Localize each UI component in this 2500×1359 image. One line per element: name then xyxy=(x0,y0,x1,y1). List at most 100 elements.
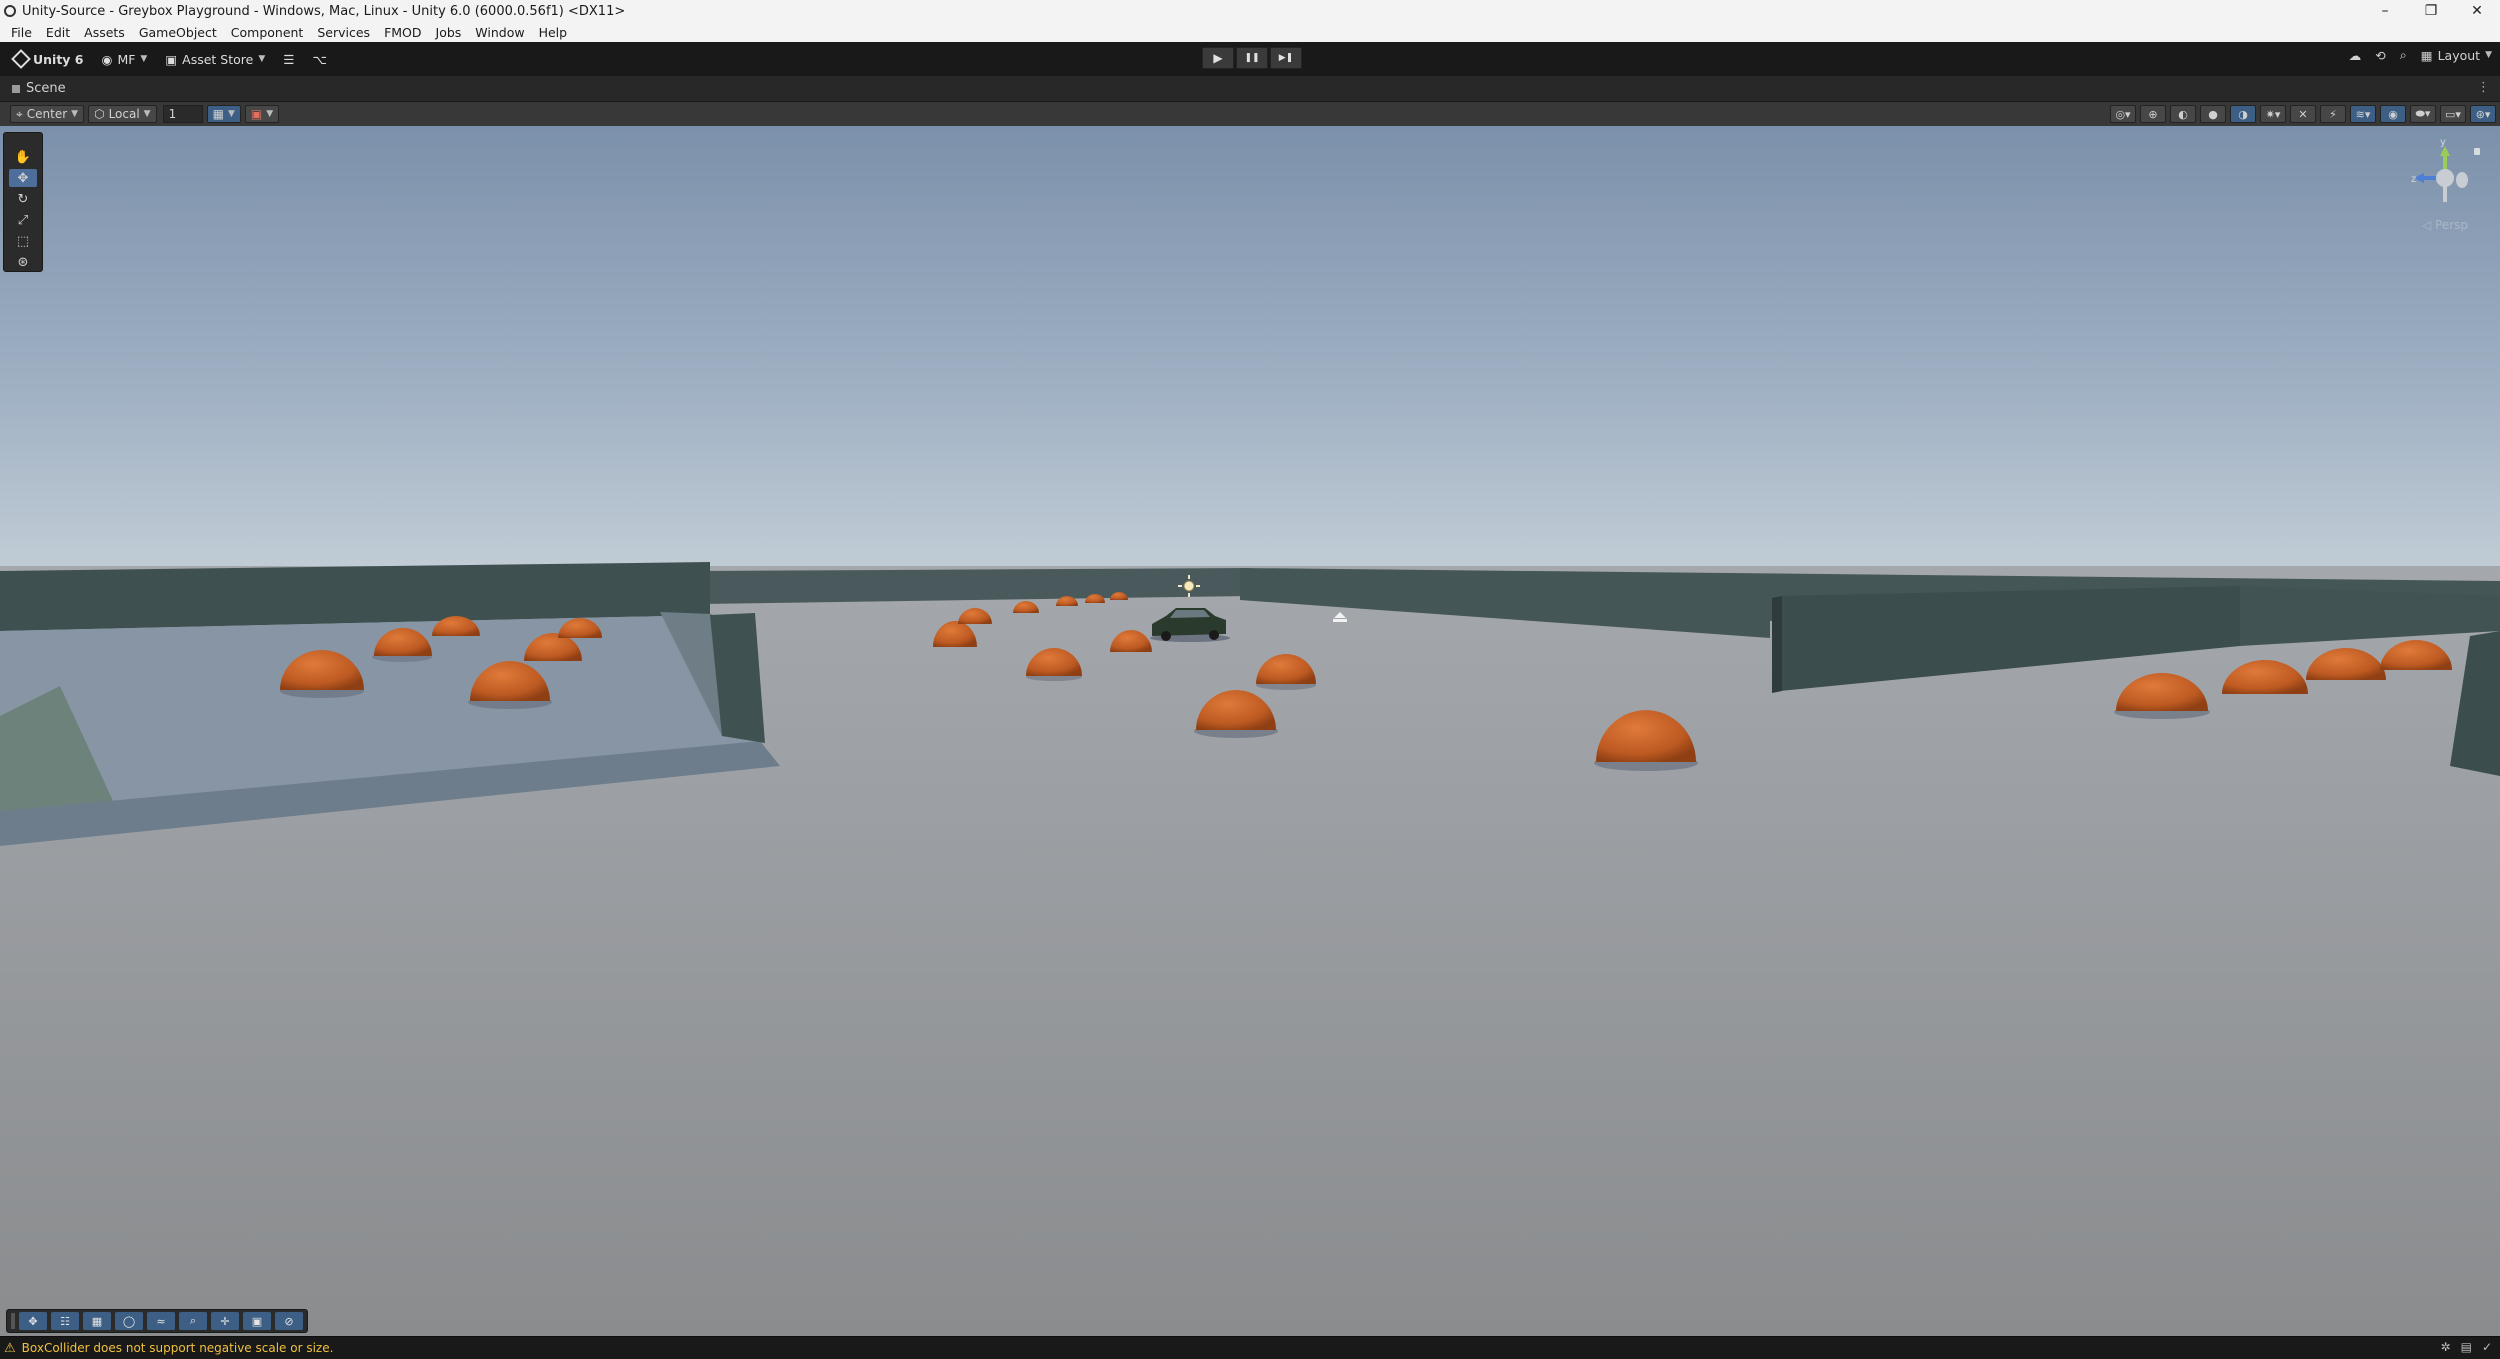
pivot-mode-dropdown[interactable]: ⌖ Center ▼ xyxy=(10,105,85,123)
menu-component[interactable]: Component xyxy=(224,25,311,40)
asset-store-dropdown[interactable]: ▣ Asset Store ▼ xyxy=(161,49,269,70)
increment-snap-dropdown[interactable]: ▣ ▼ xyxy=(244,105,280,123)
layers-icon[interactable]: ≋▾ xyxy=(2350,105,2376,123)
menu-assets[interactable]: Assets xyxy=(77,25,132,40)
menu-jobs[interactable]: Jobs xyxy=(429,25,469,40)
camera-icon[interactable]: ▭▾ xyxy=(2440,105,2466,123)
chevron-down-icon: ▼ xyxy=(266,109,274,119)
axis-gizmo-icon[interactable]: y z xyxy=(2400,136,2490,216)
menu-gameobject[interactable]: GameObject xyxy=(132,25,224,40)
tab-scene[interactable]: Scene xyxy=(26,81,66,96)
unity-icon xyxy=(4,5,16,17)
menu-window[interactable]: Window xyxy=(468,25,531,40)
scene-render[interactable] xyxy=(0,126,2500,1336)
check-icon[interactable]: ✓ xyxy=(2482,1340,2492,1354)
rect-tool-icon[interactable]: ⬚ xyxy=(9,232,37,250)
compass-icon[interactable]: ⊘ xyxy=(275,1312,303,1330)
play-controls: ▶ ❚❚ ▶❚ xyxy=(1202,47,1302,69)
play-button[interactable]: ▶ xyxy=(1202,47,1234,69)
local-icon: ⬡ xyxy=(94,107,105,121)
navmesh-icon[interactable]: ≈ xyxy=(147,1312,175,1330)
unity-label: Unity 6 xyxy=(33,51,84,67)
effects-icon[interactable]: ✷▾ xyxy=(2260,105,2286,123)
scene-viewport[interactable] xyxy=(0,126,2500,1336)
lock-icon[interactable] xyxy=(2474,148,2480,155)
transform-tool-icon[interactable]: ⊛ xyxy=(9,253,37,271)
move-icon[interactable]: ✛ xyxy=(211,1312,239,1330)
account-icon: ◉ xyxy=(101,51,113,67)
draw-mode-icon[interactable]: ◎▾ xyxy=(2110,105,2136,123)
audio-mute-icon[interactable]: ✕ xyxy=(2290,105,2316,123)
package-button[interactable]: ☰ xyxy=(279,49,298,70)
maximize-button[interactable]: ❐ xyxy=(2408,0,2454,22)
fx-toggle-icon[interactable]: ⚡ xyxy=(2320,105,2346,123)
pivot-icon: ⌖ xyxy=(16,106,23,121)
orbit-icon[interactable]: ◯ xyxy=(115,1312,143,1330)
y-axis-label: y xyxy=(2440,137,2446,148)
status-right: ✲ ▤ ✓ xyxy=(2441,1340,2492,1354)
cloud-icon[interactable]: ☁ xyxy=(2349,48,2362,63)
shaded-wireframe-icon[interactable]: ◐ xyxy=(2170,105,2196,123)
pivot-label: Center xyxy=(26,107,68,121)
unity-button[interactable]: Unity 6 xyxy=(10,49,88,70)
account-label: MF xyxy=(117,51,136,67)
gizmo-toggle-icon[interactable]: ⊛▾ xyxy=(2470,105,2496,123)
more-options-icon[interactable]: ⋮ xyxy=(2477,80,2490,95)
snap-icon: ▣ xyxy=(250,107,263,121)
menu-edit[interactable]: Edit xyxy=(39,25,77,40)
orientation-gizmo[interactable]: y z ◁ Persp xyxy=(2400,136,2490,236)
search-icon[interactable]: ⌕ xyxy=(179,1312,207,1330)
lighting-icon[interactable]: ◑ xyxy=(2230,105,2256,123)
account-dropdown[interactable]: ◉ MF ▼ xyxy=(98,49,152,70)
menu-help[interactable]: Help xyxy=(532,25,575,40)
rotate-tool-icon[interactable]: ↻ xyxy=(9,190,37,208)
close-button[interactable]: ✕ xyxy=(2454,0,2500,22)
projection-label[interactable]: ◁ Persp xyxy=(2422,218,2468,232)
layout-dropdown[interactable]: ▦ Layout ▼ xyxy=(2421,48,2492,63)
scene-icon xyxy=(12,84,20,93)
transform-gizmo-icon[interactable]: ✥ xyxy=(19,1312,47,1330)
wireframe-icon[interactable]: ⊕ xyxy=(2140,105,2166,123)
unity-logo-icon xyxy=(11,49,31,69)
menu-fmod[interactable]: FMOD xyxy=(377,25,428,40)
branch-icon: ⌥ xyxy=(312,51,327,67)
space-label: Local xyxy=(108,107,140,121)
grid-icon: ▦ xyxy=(212,107,224,121)
window-title: Unity-Source - Greybox Playground - Wind… xyxy=(22,3,626,19)
toolbar-right: ☁ ⟲ ⌕ ▦ Layout ▼ xyxy=(2349,47,2492,63)
store-icon: ▣ xyxy=(165,51,178,67)
hand-tool-icon[interactable]: ✋ xyxy=(9,148,37,166)
grid-size-field[interactable]: 1 xyxy=(162,105,203,123)
gizmos-icon[interactable]: ⬬▾ xyxy=(2410,105,2436,123)
move-tool-icon[interactable]: ✥ xyxy=(9,169,37,187)
chevron-down-icon: ▼ xyxy=(143,109,151,119)
search-icon[interactable]: ⌕ xyxy=(2400,47,2407,63)
menu-file[interactable]: File xyxy=(4,25,39,40)
tools-overlay: ✋ ✥ ↻ ⤢ ⬚ ⊛ xyxy=(3,132,43,272)
chevron-down-icon: ▼ xyxy=(227,109,235,119)
pause-button[interactable]: ❚❚ xyxy=(1236,47,1268,69)
visibility-icon[interactable]: ◉ xyxy=(2380,105,2406,123)
tile-palette-icon[interactable]: ☷ xyxy=(51,1312,79,1330)
status-message[interactable]: BoxCollider does not support negative sc… xyxy=(22,1341,334,1355)
menu-bar: File Edit Assets GameObject Component Se… xyxy=(0,22,2500,42)
scene-view-options: ◎▾ ⊕ ◐ ● ◑ ✷▾ ✕ ⚡ ≋▾ ◉ ⬬▾ ▭▾ ⊛▾ xyxy=(2110,105,2496,123)
grid-snap-dropdown[interactable]: ▦ ▼ xyxy=(206,105,241,123)
minimize-button[interactable]: – xyxy=(2362,0,2408,22)
grid-overlay-icon[interactable]: ▦ xyxy=(83,1312,111,1330)
scale-tool-icon[interactable]: ⤢ xyxy=(9,211,37,229)
chevron-down-icon: ▼ xyxy=(71,109,79,119)
pivot-rotation-dropdown[interactable]: ⬡ Local ▼ xyxy=(88,105,157,123)
version-control-button[interactable]: ⌥ xyxy=(308,49,330,70)
camera-preview-icon[interactable]: ▣ xyxy=(243,1312,271,1330)
title-bar: Unity-Source - Greybox Playground - Wind… xyxy=(0,0,2500,22)
history-icon[interactable]: ⟲ xyxy=(2375,48,2385,63)
step-button[interactable]: ▶❚ xyxy=(1270,47,1302,69)
scene-tab-bar: Scene ⋮ xyxy=(0,76,2500,102)
shaded-icon[interactable]: ● xyxy=(2200,105,2226,123)
package-icon: ☰ xyxy=(283,51,295,67)
menu-services[interactable]: Services xyxy=(310,25,377,40)
status-bar: ⚠ BoxCollider does not support negative … xyxy=(0,1336,2500,1359)
debug-icon[interactable]: ✲ xyxy=(2441,1340,2451,1354)
memory-icon[interactable]: ▤ xyxy=(2461,1340,2472,1354)
